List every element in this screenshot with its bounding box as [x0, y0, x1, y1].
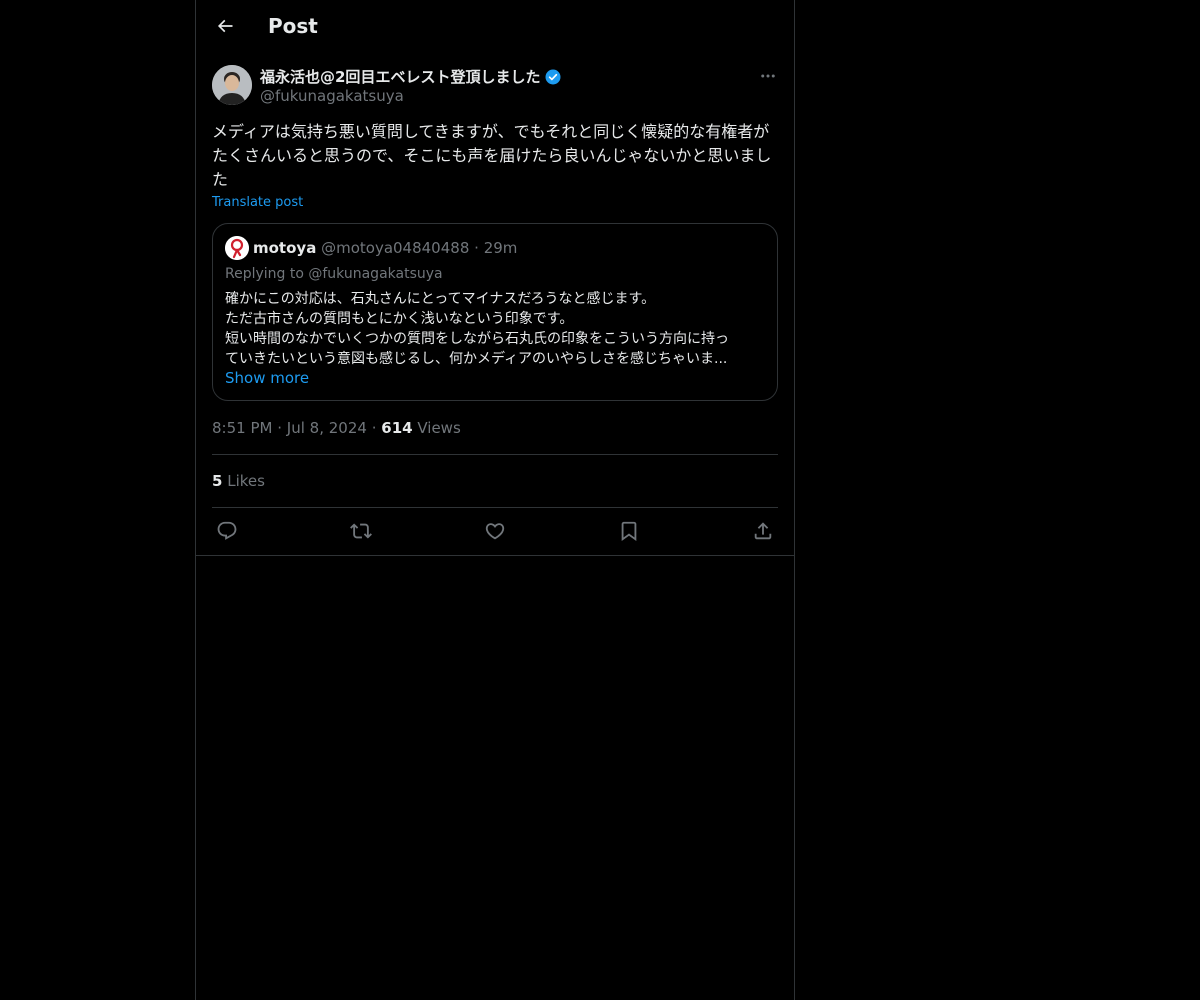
- post-meta: 8:51 PM · Jul 8, 2024 · 614 Views: [212, 419, 461, 437]
- divider: [212, 507, 778, 508]
- quoted-post[interactable]: motoya @motoya04840488 · 29m Replying to…: [212, 223, 778, 401]
- quote-age: 29m: [483, 239, 518, 257]
- more-dots-icon: [761, 74, 775, 78]
- post-time[interactable]: 8:51 PM: [212, 419, 272, 437]
- quote-line: 確かにこの対応は、石丸さんにとってマイナスだろうなと感じます。: [225, 291, 656, 307]
- likes-count: 5: [212, 472, 223, 490]
- author-name-row[interactable]: 福永活也@2回目エベレスト登頂しました: [260, 66, 562, 87]
- quote-replying-to: Replying to @fukunagakatsuya: [225, 266, 443, 282]
- quote-author-handle: @motoya04840488: [321, 239, 470, 257]
- post-date[interactable]: Jul 8, 2024: [287, 419, 367, 437]
- meta-separator: ·: [371, 419, 377, 437]
- quote-line: ただ古市さんの質問もとにかく浅いなという印象です。: [225, 311, 574, 327]
- reply-icon: [217, 521, 237, 540]
- share-button[interactable]: [748, 516, 778, 546]
- translate-post-link[interactable]: Translate post: [212, 195, 303, 210]
- share-icon: [754, 522, 772, 540]
- divider: [212, 454, 778, 455]
- likes-label: Likes: [227, 472, 265, 490]
- divider: [196, 555, 794, 556]
- views-count: 614: [381, 419, 413, 437]
- repost-button[interactable]: [346, 516, 376, 546]
- bookmark-button[interactable]: [614, 516, 644, 546]
- bookmark-icon: [621, 521, 637, 542]
- page-title: Post: [268, 14, 318, 38]
- quote-separator: ·: [474, 239, 479, 257]
- likes-row[interactable]: 5 Likes: [212, 472, 265, 490]
- author-avatar[interactable]: [212, 65, 252, 105]
- quote-header: motoya @motoya04840488 · 29m: [253, 239, 517, 257]
- quote-line: ていきたいという意図も感じるし、何かメディアのいやらしさを感じちゃいま...: [225, 351, 728, 367]
- quote-avatar: [225, 236, 249, 260]
- like-button[interactable]: [480, 516, 510, 546]
- author-handle[interactable]: @fukunagakatsuya: [260, 87, 404, 105]
- verified-badge-icon: [544, 68, 562, 86]
- views-label: Views: [417, 419, 461, 437]
- quote-author-name: motoya: [253, 239, 317, 257]
- quote-body: 確かにこの対応は、石丸さんにとってマイナスだろうなと感じます。 ただ古市さんの質…: [225, 289, 769, 369]
- author-name[interactable]: 福永活也@2回目エベレスト登頂しました: [260, 66, 540, 87]
- more-options-button[interactable]: [756, 64, 780, 88]
- arrow-left-icon: [217, 19, 233, 33]
- action-bar: [212, 516, 778, 546]
- post-text: メディアは気持ち悪い質問してきますが、でもそれと同じく懐疑的な有権者がたくさんい…: [212, 122, 772, 189]
- meta-separator: ·: [277, 419, 283, 437]
- heart-icon: [485, 523, 505, 540]
- reply-button[interactable]: [212, 516, 242, 546]
- back-button[interactable]: [208, 9, 242, 43]
- quote-line: 短い時間のなかでいくつかの質問をしながら石丸氏の印象をこういう方向に持っ: [225, 331, 729, 347]
- repost-icon: [350, 523, 372, 539]
- main-column: Post 福永活也@2回目エベレスト登頂しました @fukunagakatsuy…: [195, 0, 795, 1000]
- page-header: Post: [196, 0, 794, 53]
- show-more-link[interactable]: Show more: [225, 369, 309, 387]
